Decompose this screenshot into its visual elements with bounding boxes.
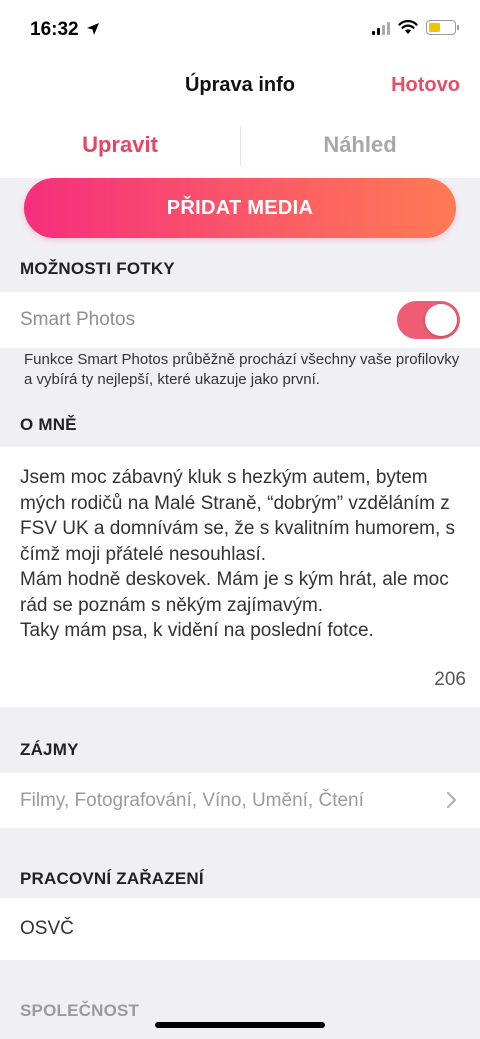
- status-time: 16:32: [30, 19, 79, 40]
- chevron-right-icon: [446, 791, 457, 809]
- smart-photos-row: Smart Photos: [0, 292, 480, 348]
- add-media-button[interactable]: PŘIDAT MEDIA: [24, 178, 456, 238]
- smart-photos-note: Funkce Smart Photos průběžně prochází vš…: [24, 351, 460, 388]
- nav-bar: Úprava info Hotovo: [0, 60, 480, 116]
- cellular-signal-icon: [372, 21, 390, 35]
- job-header: PRACOVNÍ ZAŘAZENÍ: [20, 869, 204, 888]
- toggle-knob: [425, 304, 457, 336]
- wifi-icon: [398, 20, 418, 34]
- tab-edit[interactable]: Upravit: [0, 116, 240, 178]
- photo-options-header: MOŽNOSTI FOTKY: [20, 259, 175, 278]
- smart-photos-toggle[interactable]: [397, 301, 460, 339]
- company-header: SPOLEČNOST: [20, 1001, 140, 1020]
- tab-preview[interactable]: Náhled: [240, 116, 480, 178]
- job-value: OSVČ: [20, 918, 74, 939]
- interests-value: Filmy, Fotografování, Víno, Umění, Čtení: [20, 790, 364, 811]
- tab-divider: [240, 126, 241, 166]
- status-bar: 16:32: [0, 0, 480, 60]
- interests-row[interactable]: Filmy, Fotografování, Víno, Umění, Čtení: [0, 773, 480, 828]
- tab-bar: Upravit Náhled: [0, 116, 480, 178]
- home-indicator: [155, 1022, 325, 1028]
- job-row[interactable]: OSVČ: [0, 898, 480, 960]
- about-header: O MNĚ: [20, 415, 77, 434]
- interests-header: ZÁJMY: [20, 740, 79, 759]
- about-textarea[interactable]: Jsem moc zábavný kluk s hezkým autem, by…: [0, 447, 480, 707]
- status-icons: [372, 20, 459, 35]
- character-count: 206: [434, 669, 466, 690]
- about-text: Jsem moc zábavný kluk s hezkým autem, by…: [20, 467, 456, 641]
- done-button[interactable]: Hotovo: [391, 74, 460, 97]
- smart-photos-label: Smart Photos: [20, 309, 136, 330]
- battery-icon: [426, 20, 459, 35]
- location-arrow-icon: [87, 23, 99, 35]
